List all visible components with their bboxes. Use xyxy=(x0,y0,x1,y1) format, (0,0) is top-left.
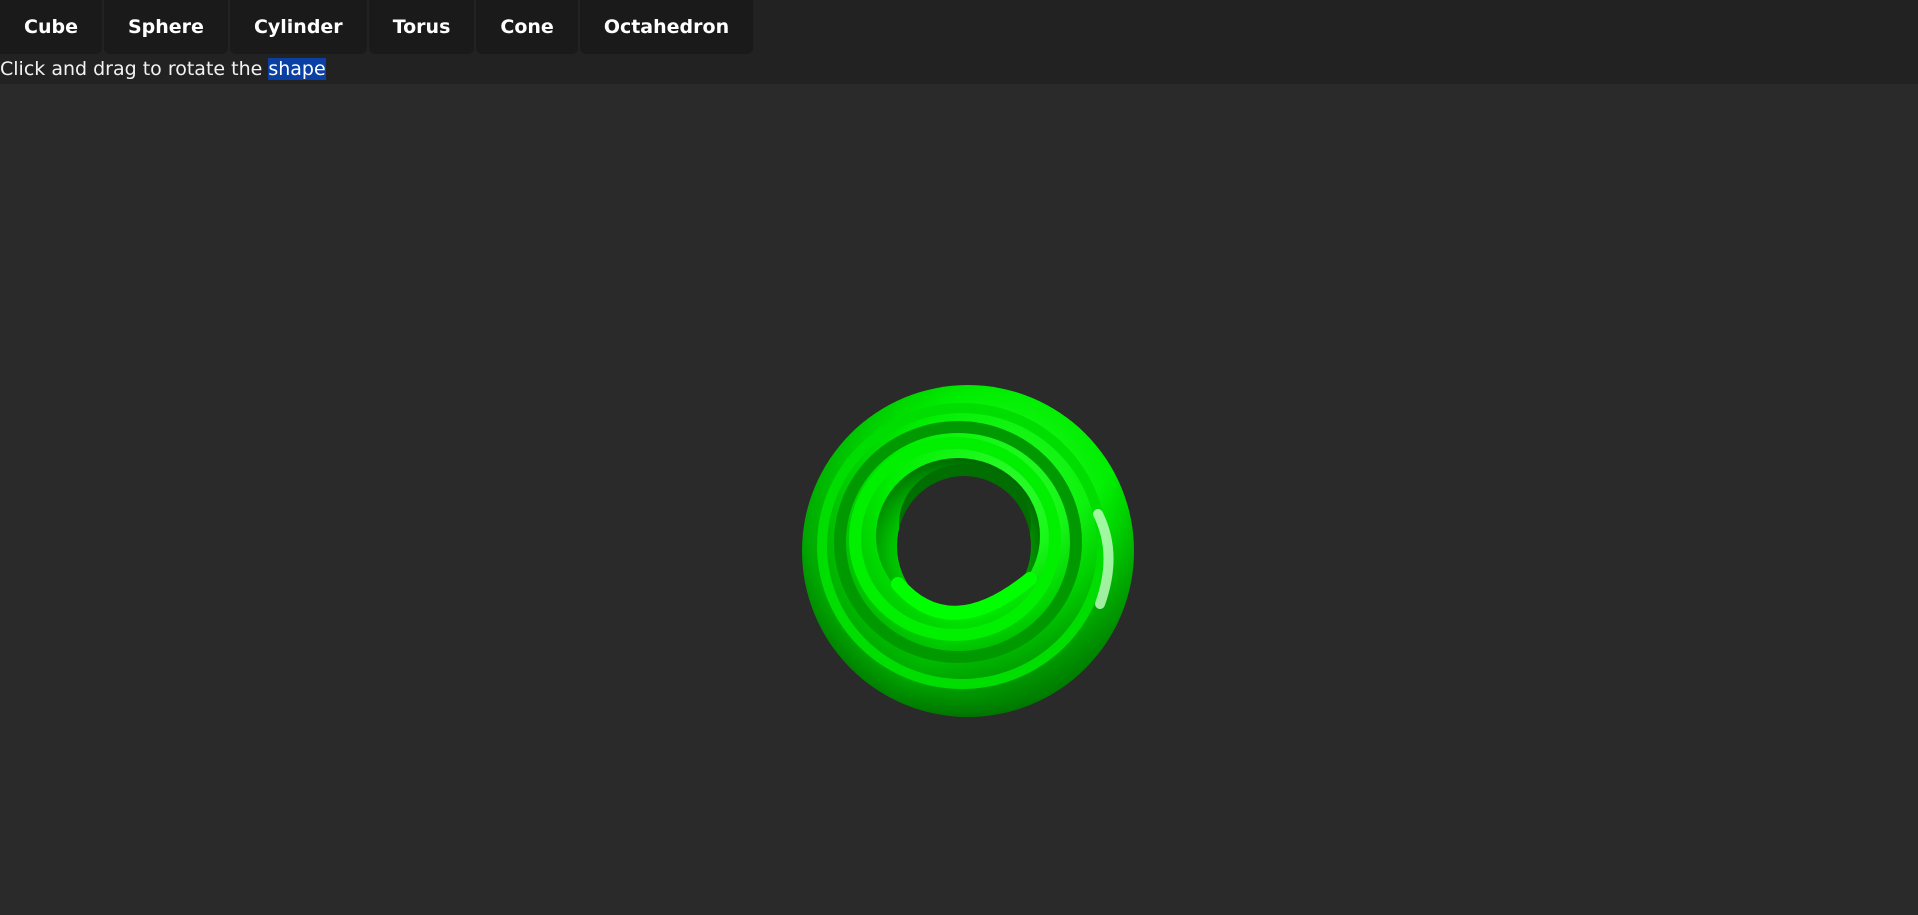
cube-button[interactable]: Cube xyxy=(0,0,102,54)
top-panel: Cube Sphere Cylinder Torus Cone Octahedr… xyxy=(0,0,1918,84)
3d-viewport[interactable] xyxy=(0,84,1918,915)
cylinder-button[interactable]: Cylinder xyxy=(229,0,367,54)
octahedron-button[interactable]: Octahedron xyxy=(579,0,754,54)
sphere-button[interactable]: Sphere xyxy=(103,0,228,54)
torus-shape[interactable] xyxy=(802,385,1134,717)
instruction-prefix: Click and drag to rotate the xyxy=(0,58,269,80)
cone-button[interactable]: Cone xyxy=(476,0,578,54)
shape-toolbar: Cube Sphere Cylinder Torus Cone Octahedr… xyxy=(0,0,754,54)
torus-button[interactable]: Torus xyxy=(368,0,475,54)
instruction-text: Click and drag to rotate the shape xyxy=(0,56,326,84)
scene-canvas[interactable] xyxy=(0,84,1918,915)
instruction-selected-word: shape xyxy=(268,58,326,80)
